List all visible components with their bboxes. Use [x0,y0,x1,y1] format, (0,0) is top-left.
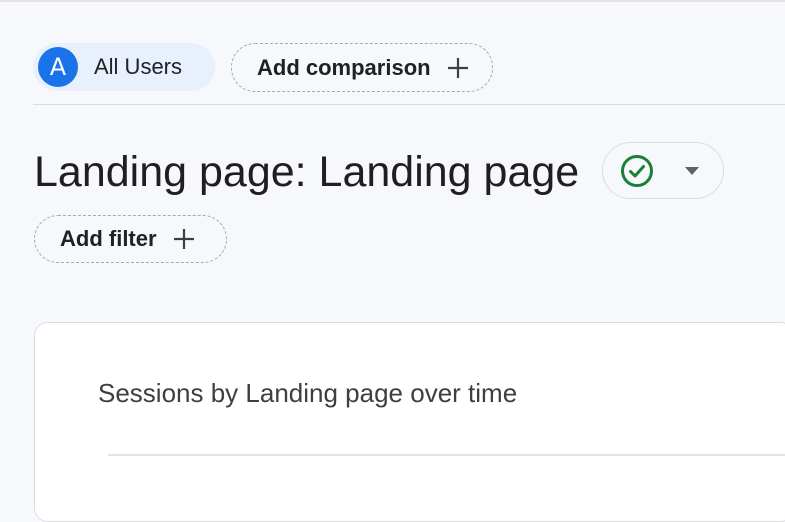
add-comparison-button[interactable]: Add comparison [231,43,493,92]
header-divider [33,104,785,105]
add-comparison-label: Add comparison [257,54,431,80]
plus-icon [173,229,194,249]
chevron-down-icon [685,166,699,175]
top-border [0,0,785,2]
plus-icon [447,57,468,78]
segment-chip-all-users[interactable]: A All Users [33,43,215,91]
sessions-over-time-card: Sessions by Landing page over time [34,322,785,522]
segment-avatar: A [38,47,78,87]
check-circle-icon [621,154,653,187]
add-filter-button[interactable]: Add filter [34,215,227,263]
segment-label: All Users [94,54,183,79]
report-status-dropdown[interactable] [602,142,724,199]
page-title: Landing page: Landing page [34,148,580,196]
add-filter-label: Add filter [60,226,157,251]
card-title: Sessions by Landing page over time [98,378,518,408]
card-divider [108,454,785,456]
